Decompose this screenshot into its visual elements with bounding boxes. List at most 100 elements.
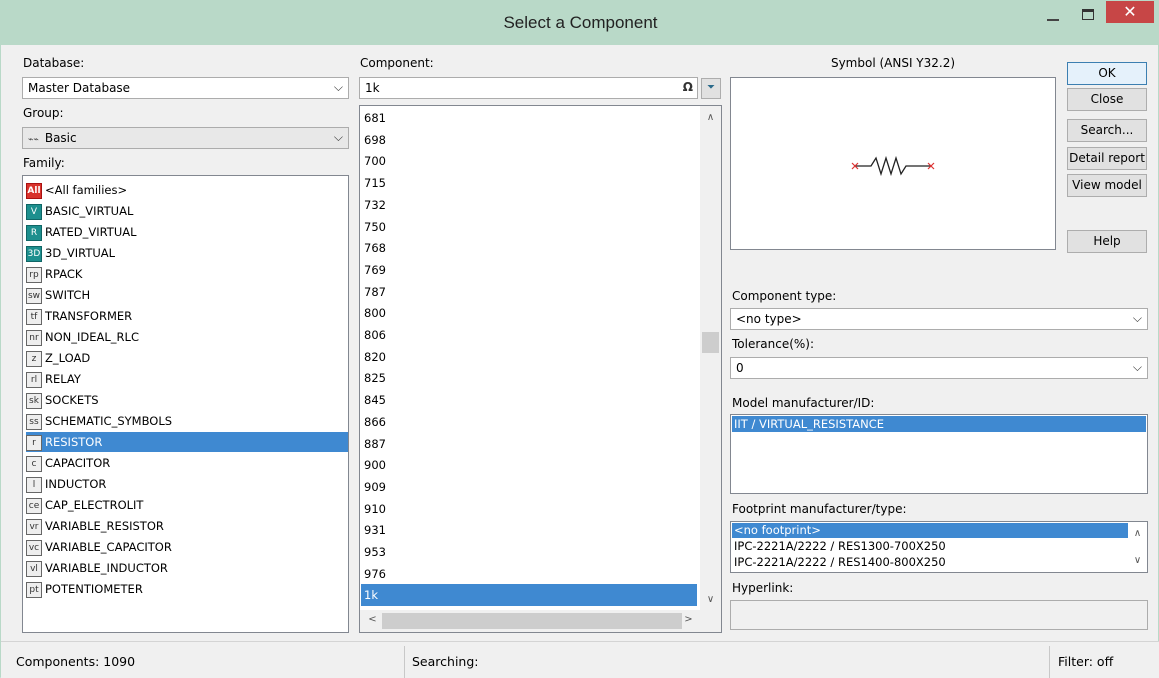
family-icon: sw (26, 287, 42, 304)
component-type-value: <no type> (736, 312, 802, 326)
footprint-item[interactable]: IPC-2221A/2222 / RES1400-800X250 (732, 555, 1128, 570)
family-item[interactable]: V BASIC_VIRTUAL (26, 201, 348, 221)
family-item[interactable]: c CAPACITOR (26, 453, 348, 473)
component-item[interactable]: 698 (361, 129, 697, 151)
family-item-label: SWITCH (45, 288, 91, 302)
group-select[interactable]: ⌁⌁ Basic ⌵ (22, 127, 349, 149)
component-item[interactable]: 750 (361, 216, 697, 238)
component-item[interactable]: 800 (361, 302, 697, 324)
component-item[interactable]: 768 (361, 237, 697, 259)
family-item[interactable]: vr VARIABLE_RESISTOR (26, 516, 348, 536)
component-item[interactable]: 806 (361, 324, 697, 346)
family-item[interactable]: ce CAP_ELECTROLIT (26, 495, 348, 515)
tolerance-value: 0 (736, 361, 744, 375)
scroll-down-icon[interactable]: ∨ (1129, 555, 1146, 566)
family-item[interactable]: vc VARIABLE_CAPACITOR (26, 537, 348, 557)
component-item[interactable]: 976 (361, 563, 697, 585)
family-item[interactable]: R RATED_VIRTUAL (26, 222, 348, 242)
family-item[interactable]: vl VARIABLE_INDUCTOR (26, 558, 348, 578)
filter-button[interactable]: ⏷ (701, 78, 721, 99)
component-item[interactable]: 681 (361, 107, 697, 129)
family-icon: ce (26, 497, 42, 514)
scroll-up-icon[interactable]: ∧ (1129, 528, 1146, 539)
component-item[interactable]: 887 (361, 433, 697, 455)
component-item[interactable]: 931 (361, 519, 697, 541)
component-type-select[interactable]: <no type> ⌵ (730, 308, 1148, 330)
close-window-button[interactable]: ✕ (1106, 1, 1154, 23)
component-horizontal-scrollbar[interactable]: < > (360, 610, 721, 632)
component-list[interactable]: 681 698 700 715 732 750 768 769 787 800 806 820 825 8… (359, 105, 722, 633)
family-icon: rp (26, 266, 42, 283)
family-list[interactable]: All <All families> V BASIC_VIRTUAL R RATED_VI… (22, 175, 349, 633)
family-item-label: CAP_ELECTROLIT (45, 498, 144, 512)
database-select[interactable]: Master Database ⌵ (22, 77, 349, 99)
component-item[interactable]: 700 (361, 150, 697, 172)
tolerance-select[interactable]: 0 ⌵ (730, 357, 1148, 379)
component-item[interactable]: 845 (361, 389, 697, 411)
scroll-left-icon[interactable]: < (364, 614, 381, 625)
component-item[interactable]: 953 (361, 541, 697, 563)
component-item[interactable]: 1k (361, 584, 697, 607)
scroll-down-icon[interactable]: ∨ (702, 594, 719, 605)
model-item[interactable]: IIT / VIRTUAL_RESISTANCE (732, 416, 1146, 432)
family-item[interactable]: 3D 3D_VIRTUAL (26, 243, 348, 263)
family-item-label: CAPACITOR (45, 456, 111, 470)
hyperlink-field[interactable] (730, 600, 1148, 630)
family-item[interactable]: rp RPACK (26, 264, 348, 284)
component-item[interactable]: 825 (361, 367, 697, 389)
family-item[interactable]: ss SCHEMATIC_SYMBOLS (26, 411, 348, 431)
family-item-label: RATED_VIRTUAL (45, 225, 137, 239)
component-search-input[interactable]: 1k Ω (359, 77, 698, 99)
close-button[interactable]: Close (1067, 88, 1147, 111)
family-icon: l (26, 476, 42, 493)
component-item[interactable]: 715 (361, 172, 697, 194)
family-icon: pt (26, 581, 42, 598)
status-bar: Components: 1090 Searching: Filter: off (1, 641, 1159, 678)
footprint-item[interactable]: IPC-2221A/2222 / RES1300-700X250 (732, 539, 1128, 554)
component-item[interactable]: 910 (361, 498, 697, 520)
help-button[interactable]: Help (1067, 230, 1147, 253)
model-manufacturer-list[interactable]: IIT / VIRTUAL_RESISTANCE (730, 414, 1148, 494)
component-item[interactable]: 787 (361, 281, 697, 303)
component-item[interactable]: 866 (361, 411, 697, 433)
component-vertical-scrollbar[interactable]: ∧ ∨ (700, 106, 721, 610)
family-item[interactable]: r RESISTOR (26, 432, 348, 452)
family-item[interactable]: rl RELAY (26, 369, 348, 389)
component-item[interactable]: 820 (361, 346, 697, 368)
family-item[interactable]: tf TRANSFORMER (26, 306, 348, 326)
family-item-label: VARIABLE_INDUCTOR (45, 561, 168, 575)
family-item[interactable]: nr NON_IDEAL_RLC (26, 327, 348, 347)
footprint-item[interactable]: <no footprint> (732, 523, 1128, 538)
family-item[interactable]: sk SOCKETS (26, 390, 348, 410)
view-model-button[interactable]: View model (1067, 174, 1147, 197)
family-item[interactable]: l INDUCTOR (26, 474, 348, 494)
family-item[interactable]: All <All families> (26, 180, 348, 200)
minimize-button[interactable] (1039, 1, 1067, 31)
component-item[interactable]: 909 (361, 476, 697, 498)
family-icon: sk (26, 392, 42, 409)
database-value: Master Database (28, 81, 131, 95)
scroll-thumb[interactable] (702, 332, 719, 353)
family-item[interactable]: sw SWITCH (26, 285, 348, 305)
horizontal-scroll-thumb[interactable] (382, 613, 682, 629)
status-divider (1049, 646, 1050, 678)
ok-button[interactable]: OK (1067, 62, 1147, 85)
maximize-button[interactable] (1073, 1, 1103, 31)
family-icon: R (26, 224, 42, 241)
component-item[interactable]: 732 (361, 194, 697, 216)
scroll-up-icon[interactable]: ∧ (702, 112, 719, 123)
component-item[interactable]: 769 (361, 259, 697, 281)
footprint-list[interactable]: <no footprint> IPC-2221A/2222 / RES1300-… (730, 521, 1148, 573)
family-item-label: <All families> (45, 183, 128, 197)
scroll-right-icon[interactable]: > (680, 614, 697, 625)
omega-icon[interactable]: Ω (683, 80, 693, 94)
detail-report-button[interactable]: Detail report (1067, 147, 1147, 170)
family-item-label: BASIC_VIRTUAL (45, 204, 134, 218)
family-item[interactable]: pt POTENTIOMETER (26, 579, 348, 599)
component-label: Component: (360, 56, 434, 70)
resistor-symbol-drawing (851, 155, 935, 177)
family-item[interactable]: z Z_LOAD (26, 348, 348, 368)
search-button[interactable]: Search... (1067, 119, 1147, 142)
component-item[interactable]: 900 (361, 454, 697, 476)
hyperlink-label: Hyperlink: (732, 581, 794, 595)
